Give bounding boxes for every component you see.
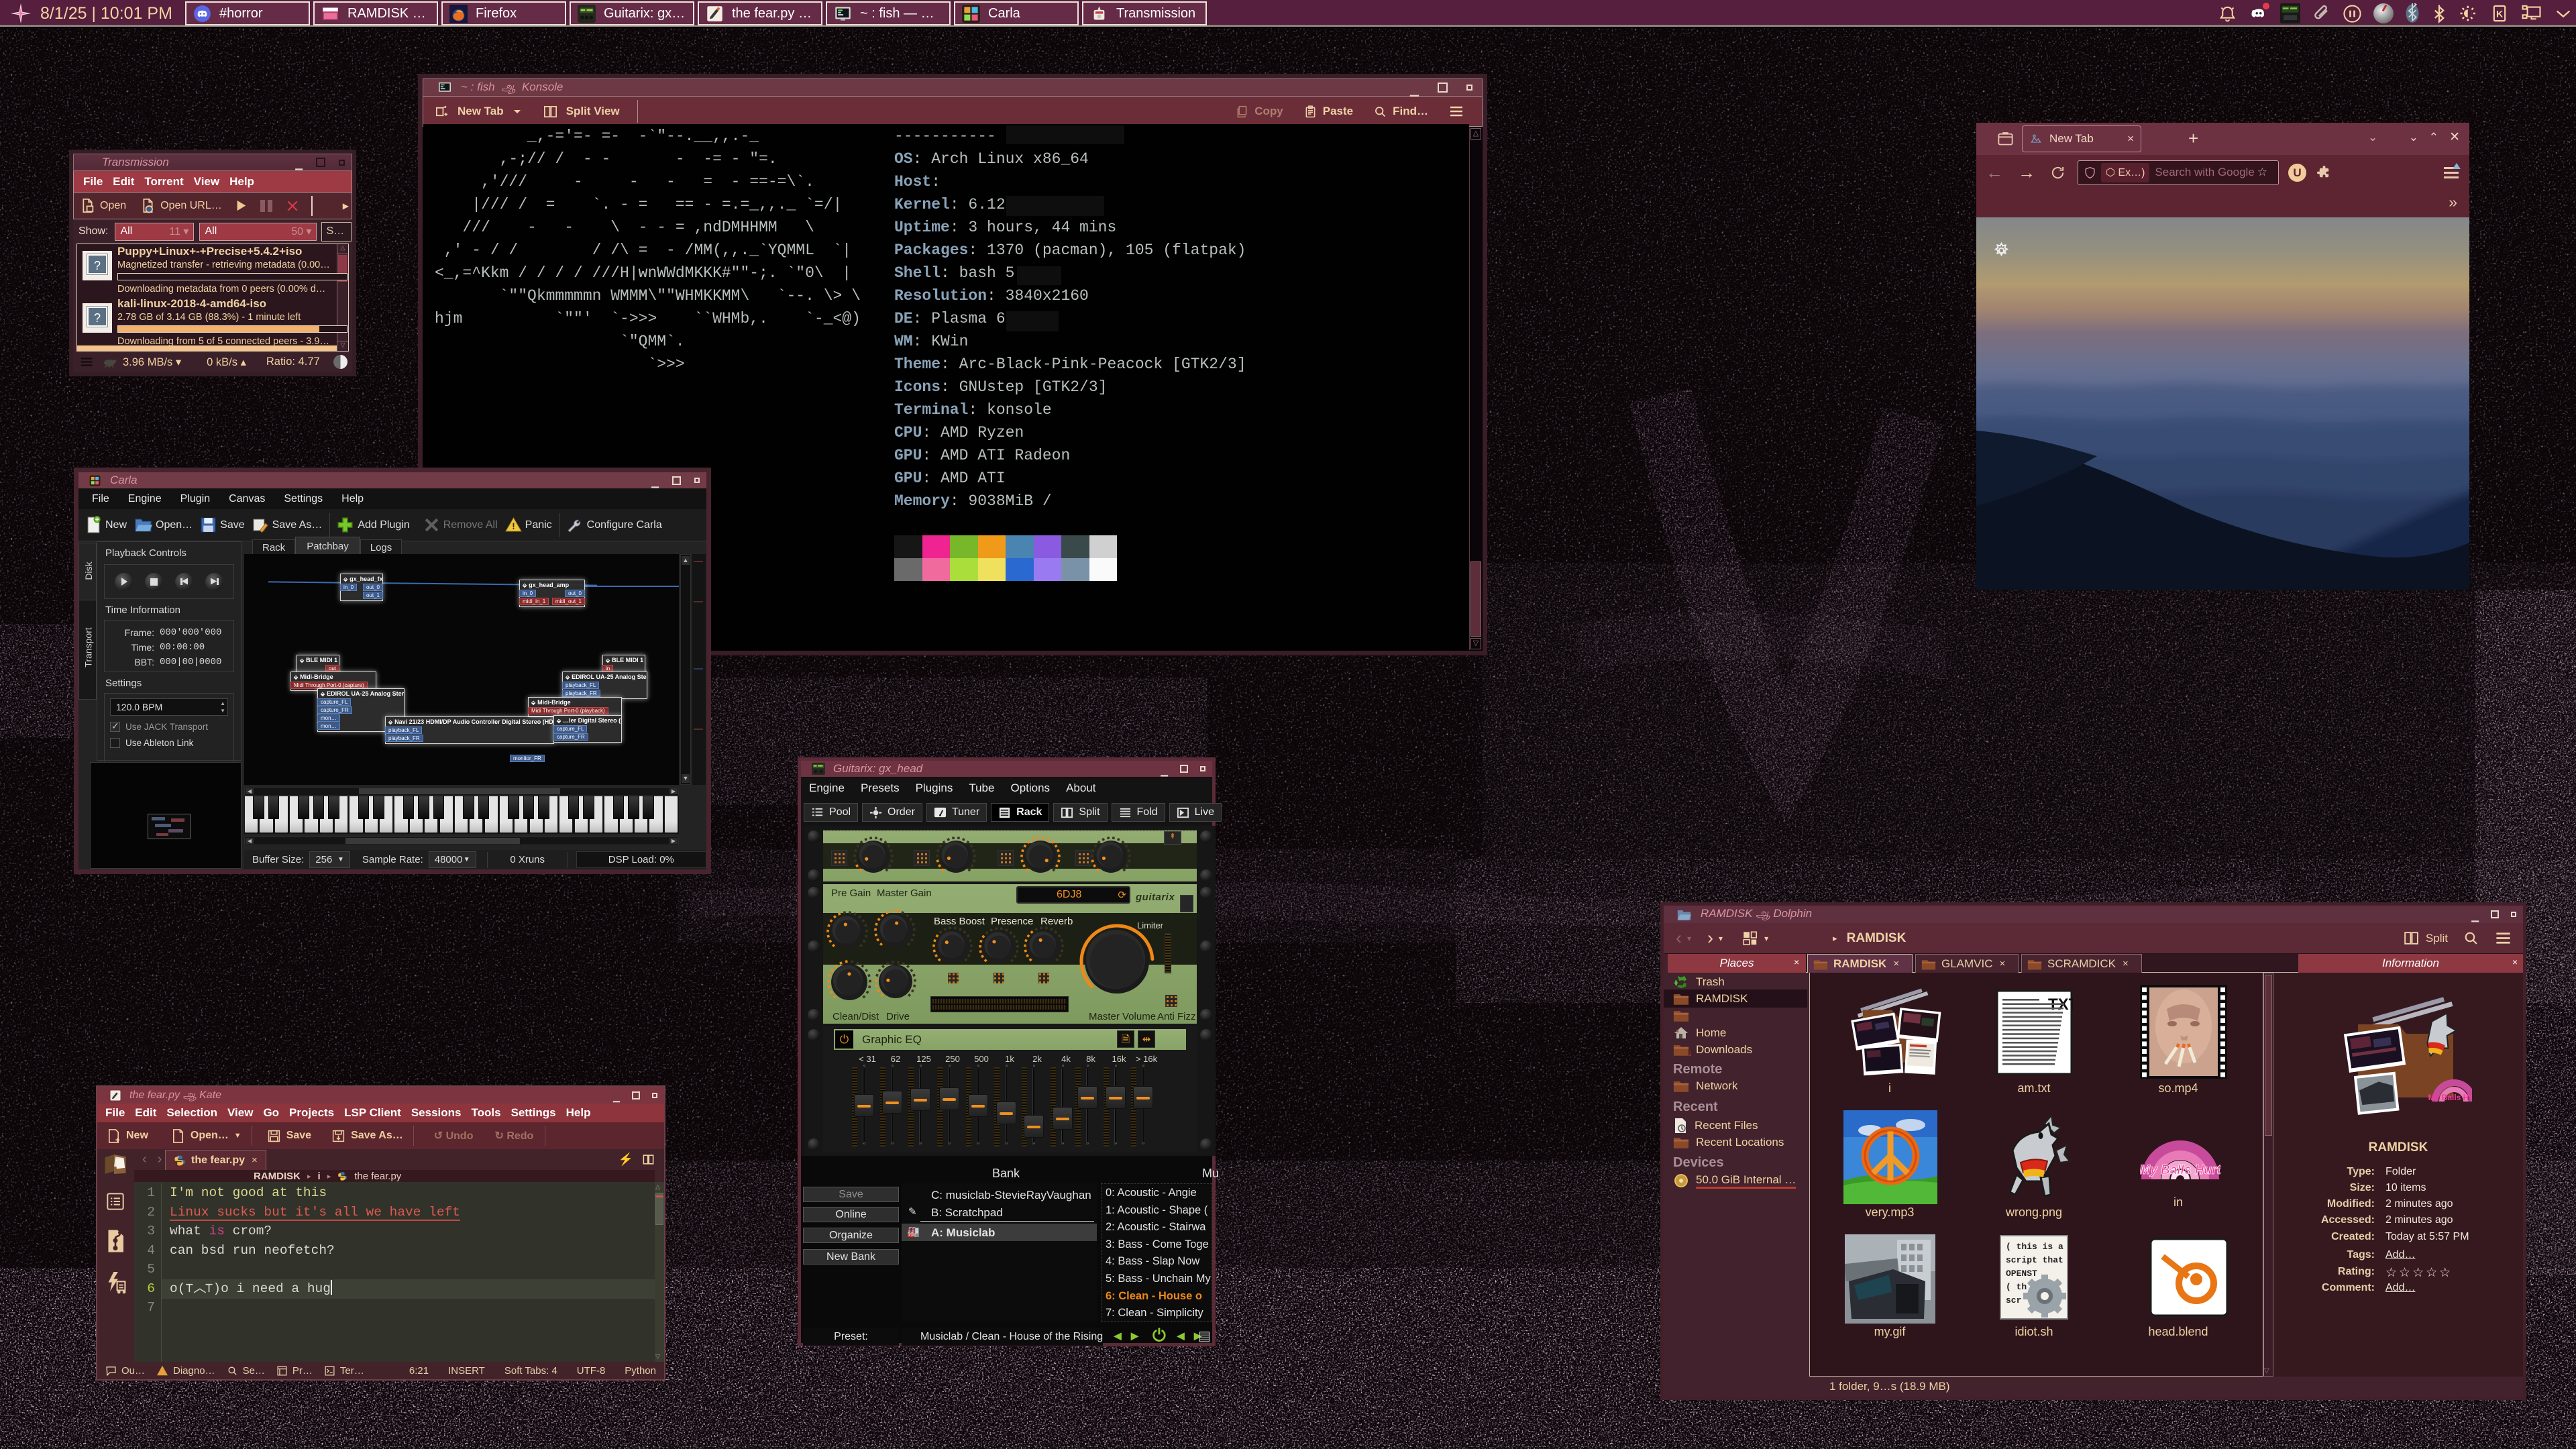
- svg-text:scr: scr: [2006, 1295, 2021, 1305]
- svg-text:( th: ( th: [2006, 1282, 2027, 1292]
- svg-text:( this is a: ( this is a: [2006, 1242, 2063, 1252]
- svg-text:OPENST: OPENST: [2006, 1269, 2037, 1279]
- svg-text:My Balls Hurt: My Balls Hurt: [2428, 1093, 2472, 1102]
- svg-text:My Balls Hurt: My Balls Hurt: [2140, 1163, 2220, 1177]
- svg-text:K: K: [2496, 8, 2503, 19]
- svg-text:!: !: [512, 521, 515, 531]
- svg-text:script that: script that: [2006, 1255, 2063, 1265]
